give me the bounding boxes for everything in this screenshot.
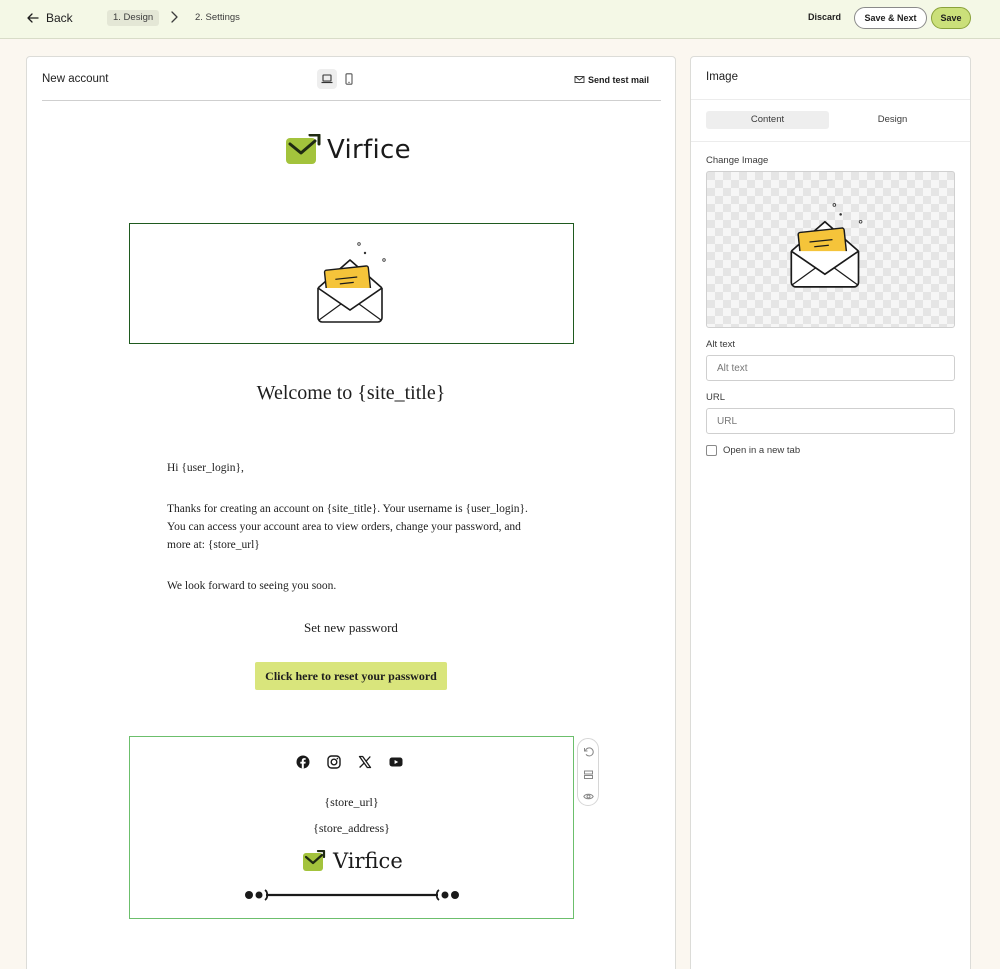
block-toolbar [577,738,599,806]
back-label: Back [46,11,73,25]
ornamental-divider [245,889,459,901]
desktop-preview-toggle[interactable] [317,69,337,89]
eye-icon[interactable] [583,789,594,800]
selected-image-block[interactable] [129,223,574,344]
send-test-mail-label: Send test mail [588,74,650,85]
send-mail-icon [574,76,585,83]
phone-icon [345,73,353,85]
alt-text-label: Alt text [706,339,736,350]
template-title: New account [42,73,109,85]
step-design[interactable]: 1. Design [107,10,160,26]
open-new-tab-label: Open in a new tab [723,445,801,456]
image-preview[interactable] [706,171,955,328]
closing-text[interactable]: We look forward to seeing you soon. [167,577,537,595]
mobile-preview-toggle[interactable] [343,69,355,89]
reset-password-button[interactable]: Click here to reset your password [255,662,447,690]
virfice-logo-icon [303,850,326,871]
panel-divider [691,99,970,100]
set-password-heading[interactable]: Set new password [27,620,675,636]
change-image-label: Change Image [706,155,769,166]
open-new-tab-row[interactable]: Open in a new tab [706,445,800,456]
social-icons-row [296,755,403,769]
save-next-button[interactable]: Save & Next [854,7,927,29]
editor-divider [42,100,661,101]
open-new-tab-checkbox[interactable] [706,445,717,456]
open-envelope-illustration [317,242,386,323]
greeting-text[interactable]: Hi {user_login}, [167,459,537,477]
panel-title: Image [706,71,738,83]
undo-icon[interactable] [583,744,594,757]
welcome-heading[interactable]: Welcome to {site_title} [27,382,675,405]
facebook-icon[interactable] [296,755,310,769]
url-label: URL [706,392,726,403]
email-editor: New account Send test mail Virfice Welco… [26,56,676,969]
email-header-logo[interactable]: Virfice [285,134,411,166]
laptop-icon [321,74,333,84]
virfice-logo-icon [286,134,321,164]
chevron-right-icon [171,11,178,23]
footer-logo-text: Virfice [333,849,403,873]
panel-divider [691,141,970,142]
discard-button[interactable]: Discard [808,12,841,22]
youtube-icon[interactable] [389,755,403,769]
send-test-mail-button[interactable]: Send test mail [574,74,649,85]
top-bar: Back 1. Design 2. Settings Discard Save … [0,0,1000,39]
footer-logo[interactable]: Virfice [302,849,403,873]
step-settings[interactable]: 2. Settings [195,10,240,26]
store-url-text[interactable]: {store_url} [130,795,573,810]
email-footer-block[interactable]: {store_url} {store_address} Virfice [129,736,574,919]
tab-design[interactable]: Design [831,111,954,129]
store-address-text[interactable]: {store_address} [130,821,573,836]
instagram-icon[interactable] [327,755,341,769]
logo-text: Virfice [327,135,411,165]
alt-text-field[interactable] [706,355,955,381]
open-envelope-illustration [790,203,863,288]
arrow-left-icon [27,13,39,23]
tab-content[interactable]: Content [706,111,829,129]
x-icon[interactable] [358,755,372,769]
save-button[interactable]: Save [931,7,971,29]
properties-panel: Image Content Design Change Image Alt te… [690,56,971,969]
url-field[interactable] [706,408,955,434]
layers-icon[interactable] [583,767,594,779]
back-button[interactable]: Back [26,9,73,27]
body-paragraph[interactable]: Thanks for creating an account on {site_… [167,500,537,554]
